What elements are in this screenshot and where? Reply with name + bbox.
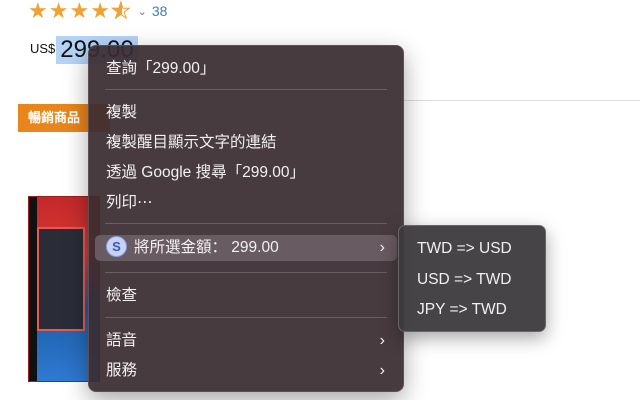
chevron-right-icon: › [379, 239, 385, 256]
submenu-item-usd-twd[interactable]: USD => TWD [399, 267, 545, 293]
menu-separator [105, 89, 387, 90]
star-icon: ★ [48, 0, 69, 23]
menu-separator [105, 317, 387, 318]
star-icon: ★ [69, 0, 90, 23]
menu-item-currency-convert[interactable]: S 將所選金額： 299.00 › [95, 235, 397, 261]
star-rating[interactable]: ★ ★ ★ ★ ★ ⌄ 38 [28, 0, 167, 22]
menu-item-speech-label: 語音 [106, 332, 138, 349]
chevron-down-icon[interactable]: ⌄ [138, 5, 147, 18]
context-menu: 查詢「299.00」 複製 複製醒目顯示文字的連結 透過 Google 搜尋「2… [88, 45, 404, 392]
currency-extension-icon: S [106, 236, 127, 258]
menu-item-currency-convert-label: 將所選金額： 299.00 [134, 239, 279, 256]
menu-item-copy[interactable]: 複製 [89, 100, 403, 126]
chevron-right-icon: › [379, 332, 385, 349]
menu-separator [105, 272, 387, 273]
menu-item-copy-link[interactable]: 複製醒目顯示文字的連結 [89, 130, 403, 156]
product-box-art [37, 227, 85, 331]
menu-separator [105, 223, 387, 224]
price-currency: US$ [30, 41, 56, 56]
menu-item-speech[interactable]: 語音 › [89, 328, 403, 354]
rating-count-link[interactable]: 38 [152, 3, 168, 19]
currency-submenu: TWD => USD USD => TWD JPY => TWD [398, 225, 546, 332]
menu-item-lookup[interactable]: 查詢「299.00」 [89, 56, 403, 82]
star-icon: ★ [90, 0, 110, 23]
submenu-item-jpy-twd[interactable]: JPY => TWD [399, 297, 545, 323]
menu-item-services-label: 服務 [106, 362, 138, 379]
star-icon: ★ [28, 0, 48, 23]
half-star-icon: ★ [110, 0, 131, 23]
menu-item-google-search[interactable]: 透過 Google 搜尋「299.00」 [89, 160, 403, 186]
menu-item-inspect[interactable]: 檢查 [89, 283, 403, 309]
chevron-right-icon: › [379, 362, 385, 379]
divider [400, 100, 640, 101]
menu-item-print[interactable]: 列印⋯ [89, 190, 403, 216]
product-box-stripe [29, 197, 37, 381]
menu-item-services[interactable]: 服務 › [89, 358, 403, 384]
submenu-item-twd-usd[interactable]: TWD => USD [399, 236, 545, 262]
